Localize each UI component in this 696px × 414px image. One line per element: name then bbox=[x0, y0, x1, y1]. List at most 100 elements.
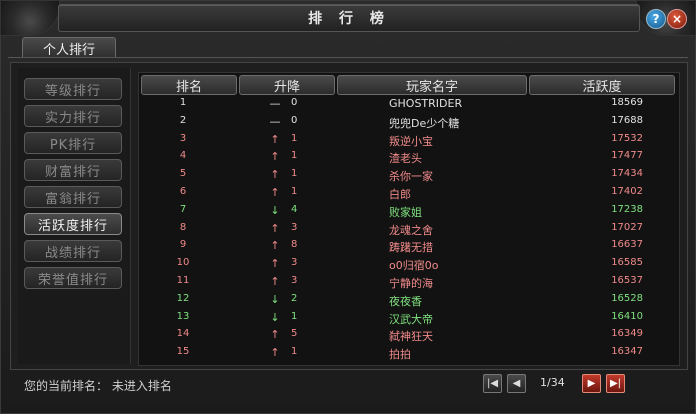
rank-cell: 10 bbox=[176, 257, 190, 269]
sidebar-item-wealth[interactable]: 财富排行 bbox=[24, 159, 122, 181]
change-value-cell: 0 bbox=[291, 114, 298, 126]
rank-cell: 7 bbox=[179, 203, 187, 215]
table-row[interactable]: 5 ↑ 1 杀你一家 17434 bbox=[139, 166, 679, 183]
activity-score-cell: 16347 bbox=[611, 346, 643, 358]
rank-cell: 1 bbox=[179, 97, 187, 108]
sidebar-item-power[interactable]: 实力排行 bbox=[24, 105, 122, 127]
activity-score-cell: 17477 bbox=[611, 150, 643, 162]
change-direction-icon: ↑ bbox=[270, 257, 280, 271]
change-value-cell: 1 bbox=[291, 346, 298, 358]
first-page-button[interactable]: |◀ bbox=[483, 374, 502, 393]
player-name-cell: 踌躇无措 bbox=[389, 241, 433, 255]
rank-cell: 13 bbox=[176, 310, 190, 322]
change-value-cell: 3 bbox=[291, 257, 298, 269]
rank-cell: 2 bbox=[179, 114, 187, 126]
player-name-cell: 渣老头 bbox=[389, 152, 422, 166]
change-direction-icon: ↑ bbox=[270, 186, 280, 199]
rank-cell: 6 bbox=[179, 186, 187, 197]
activity-score-cell: 17434 bbox=[611, 168, 643, 180]
change-value-cell: 1 bbox=[291, 132, 298, 144]
change-direction-icon: ↑ bbox=[270, 221, 280, 235]
activity-score-cell: 16528 bbox=[611, 292, 643, 304]
last-page-button[interactable]: ▶| bbox=[606, 374, 625, 393]
table-row[interactable]: 3 ↑ 1 叛逆小宝 17532 bbox=[139, 131, 679, 148]
sidebar-item-level[interactable]: 等级排行 bbox=[24, 78, 122, 100]
sidebar-item-rich[interactable]: 富翁排行 bbox=[24, 186, 122, 208]
change-direction-icon: ↑ bbox=[270, 328, 280, 342]
activity-score-cell: 16410 bbox=[611, 310, 643, 322]
rank-cell: 9 bbox=[179, 239, 187, 251]
close-button[interactable]: × bbox=[667, 9, 687, 29]
table-row[interactable]: 4 ↑ 1 渣老头 17477 bbox=[139, 148, 679, 165]
change-value-cell: 1 bbox=[291, 168, 298, 180]
next-page-button[interactable]: ▶ bbox=[582, 374, 601, 393]
window-title: 排 行 榜 bbox=[308, 11, 390, 27]
change-direction-icon: ↑ bbox=[270, 275, 280, 288]
sidebar-item-activity[interactable]: 活跃度排行 bbox=[24, 213, 122, 235]
sidebar-item-battle[interactable]: 战绩排行 bbox=[24, 240, 122, 262]
rank-cell: 15 bbox=[176, 346, 190, 358]
activity-score-cell: 17532 bbox=[611, 132, 643, 144]
rank-cell: 4 bbox=[179, 150, 187, 162]
change-value-cell: 1 bbox=[291, 150, 298, 162]
table-row[interactable]: 11 ↑ 3 宁静的海 16537 bbox=[139, 273, 679, 290]
change-direction-icon: ↓ bbox=[270, 292, 280, 306]
sidebar: 等级排行 实力排行 PK排行 财富排行 富翁排行 活跃度排行 战绩排行 荣誉值排… bbox=[18, 68, 131, 364]
rank-cell: 3 bbox=[179, 132, 187, 144]
player-name-cell: 叛逆小宝 bbox=[389, 134, 433, 148]
change-direction-icon: ↓ bbox=[270, 310, 280, 324]
header-activity[interactable]: 活跃度 bbox=[529, 75, 675, 95]
sidebar-item-honor[interactable]: 荣誉值排行 bbox=[24, 267, 122, 289]
change-direction-icon: — bbox=[269, 97, 281, 110]
activity-score-cell: 16637 bbox=[611, 239, 643, 251]
player-name-cell: o0归宿0o bbox=[389, 259, 439, 273]
change-direction-icon: ↑ bbox=[270, 132, 280, 146]
help-button[interactable]: ? bbox=[646, 9, 666, 29]
table-row[interactable]: 8 ↑ 3 龙魂之舍 17027 bbox=[139, 220, 679, 237]
tab-personal-ranking[interactable]: 个人排行 bbox=[22, 37, 116, 58]
table-row[interactable]: 1 — 0 GHOSTRIDER 18569 bbox=[139, 95, 679, 112]
activity-score-cell: 16349 bbox=[611, 328, 643, 340]
activity-score-cell: 17027 bbox=[611, 221, 643, 233]
change-direction-icon: — bbox=[269, 114, 281, 128]
player-name-cell: 夜夜香 bbox=[389, 294, 422, 308]
rank-cell: 8 bbox=[179, 221, 187, 233]
change-direction-icon: ↑ bbox=[270, 168, 280, 182]
page-indicator: 1/34 bbox=[540, 376, 565, 389]
change-value-cell: 0 bbox=[291, 97, 298, 108]
rank-cell: 14 bbox=[176, 328, 190, 340]
change-direction-icon: ↓ bbox=[270, 203, 280, 217]
activity-score-cell: 17402 bbox=[611, 186, 643, 197]
table-row[interactable]: 6 ↑ 1 白郎 17402 bbox=[139, 184, 679, 201]
change-value-cell: 3 bbox=[291, 275, 298, 286]
tab-divider bbox=[8, 57, 688, 58]
change-value-cell: 1 bbox=[291, 186, 298, 197]
player-name-cell: 龙魂之舍 bbox=[389, 223, 433, 237]
player-name-cell: 宁静的海 bbox=[389, 277, 433, 290]
change-value-cell: 2 bbox=[291, 292, 298, 304]
ranking-table: 排名 升降 玩家名字 活跃度 1—0 GHOSTRIDER 18569 2—0 兜兜De… bbox=[138, 72, 680, 366]
player-name-cell: 弑神狂天 bbox=[389, 330, 433, 344]
table-row[interactable]: 7 ↓ 4 败家姐 17238 bbox=[139, 202, 679, 219]
change-direction-icon: ↑ bbox=[270, 346, 280, 360]
activity-score-cell: 17688 bbox=[611, 114, 643, 126]
rank-cell: 12 bbox=[176, 292, 190, 304]
table-row[interactable]: 14 ↑ 5 弑神狂天 16349 bbox=[139, 326, 679, 343]
header-change[interactable]: 升降 bbox=[239, 75, 335, 95]
change-value-cell: 5 bbox=[291, 328, 298, 340]
player-name-cell: 拍拍 bbox=[389, 348, 411, 362]
table-row[interactable]: 10 ↑ 3 o0归宿0o 16585 bbox=[139, 255, 679, 272]
sidebar-item-pk[interactable]: PK排行 bbox=[24, 132, 122, 154]
activity-score-cell: 17238 bbox=[611, 203, 643, 215]
table-row[interactable]: 15 ↑ 1 拍拍 16347 bbox=[139, 344, 679, 361]
table-row[interactable]: 2 — 0 兜兜De少个糖 17688 bbox=[139, 113, 679, 130]
player-name-cell: 杀你一家 bbox=[389, 170, 433, 184]
table-row[interactable]: 13 ↓ 1 汉武大帝 16410 bbox=[139, 309, 679, 326]
header-rank[interactable]: 排名 bbox=[141, 75, 237, 95]
player-name-cell: 败家姐 bbox=[389, 205, 422, 219]
table-row[interactable]: 12 ↓ 2 夜夜香 16528 bbox=[139, 291, 679, 308]
header-player-name[interactable]: 玩家名字 bbox=[337, 75, 527, 95]
change-value-cell: 4 bbox=[291, 203, 298, 215]
table-row[interactable]: 9 ↑ 8 踌躇无措 16637 bbox=[139, 237, 679, 254]
prev-page-button[interactable]: ◀ bbox=[507, 374, 526, 393]
